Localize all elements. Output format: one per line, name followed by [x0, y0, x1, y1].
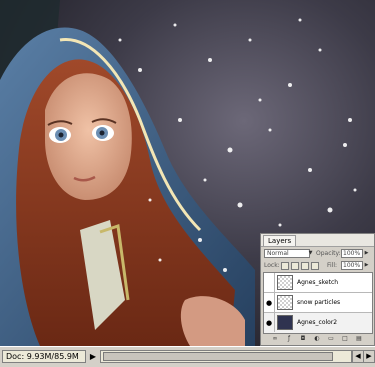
document-size-readout[interactable]: Doc: 9.93M/85.9M [2, 350, 86, 363]
blend-mode-select[interactable]: Normal [264, 249, 310, 258]
chevron-down-icon[interactable]: ▶ [363, 261, 370, 270]
fx-icon[interactable]: ƒ [285, 335, 293, 343]
lock-transparency-icon[interactable] [281, 262, 289, 270]
layer-row[interactable]: ● Agnes_color2 [264, 313, 372, 333]
layers-panel-header: Layers [261, 234, 374, 247]
fill-label: Fill: [327, 262, 338, 269]
scroll-right-button[interactable]: ▶ [363, 350, 375, 363]
lock-position-icon[interactable] [301, 262, 309, 270]
layers-footer: ∞ ƒ ◘ ◐ ▭ □ ▤ [263, 335, 373, 344]
layer-thumbnail [277, 295, 293, 310]
mask-icon[interactable]: ◘ [299, 335, 307, 343]
new-layer-icon[interactable]: □ [341, 335, 349, 343]
adjustment-icon[interactable]: ◐ [313, 335, 321, 343]
layer-name: Agnes_color2 [297, 319, 338, 326]
horizontal-scrollbar[interactable] [100, 350, 352, 363]
layer-row[interactable]: Agnes_sketch [264, 273, 372, 293]
opacity-field[interactable]: 100% [341, 249, 363, 258]
layer-name: Agnes_sketch [297, 279, 339, 286]
eye-icon: ● [266, 299, 273, 307]
layer-thumbnail [277, 275, 293, 290]
lock-image-icon[interactable] [291, 262, 299, 270]
status-bar: Doc: 9.93M/85.9M ▶ ◀ ▶ [0, 346, 375, 367]
visibility-toggle[interactable] [264, 273, 275, 292]
lock-label: Lock: [264, 262, 280, 269]
eye-icon: ● [266, 319, 273, 327]
status-menu-arrow[interactable]: ▶ [88, 350, 98, 363]
chevron-down-icon[interactable]: ▼ [307, 249, 314, 258]
link-icon[interactable]: ∞ [271, 335, 279, 343]
tab-layers[interactable]: Layers [263, 235, 297, 246]
trash-icon[interactable]: ▤ [355, 335, 363, 343]
folder-icon[interactable]: ▭ [327, 335, 335, 343]
visibility-toggle[interactable]: ● [264, 293, 275, 312]
layer-list: Agnes_sketch ● snow particles ● Agnes_co… [263, 272, 373, 334]
visibility-toggle[interactable]: ● [264, 313, 275, 332]
chevron-down-icon[interactable]: ▶ [363, 249, 370, 258]
fill-field[interactable]: 100% [341, 261, 363, 270]
lock-all-icon[interactable] [311, 262, 319, 270]
layer-name: snow particles [297, 299, 341, 306]
layer-row[interactable]: ● snow particles [264, 293, 372, 313]
opacity-label: Opacity: [316, 250, 341, 257]
layer-thumbnail [277, 315, 293, 330]
scrollbar-thumb[interactable] [103, 352, 333, 361]
layers-panel: Layers Normal ▼ Opacity: 100% ▶ Lock: Fi… [260, 233, 375, 346]
